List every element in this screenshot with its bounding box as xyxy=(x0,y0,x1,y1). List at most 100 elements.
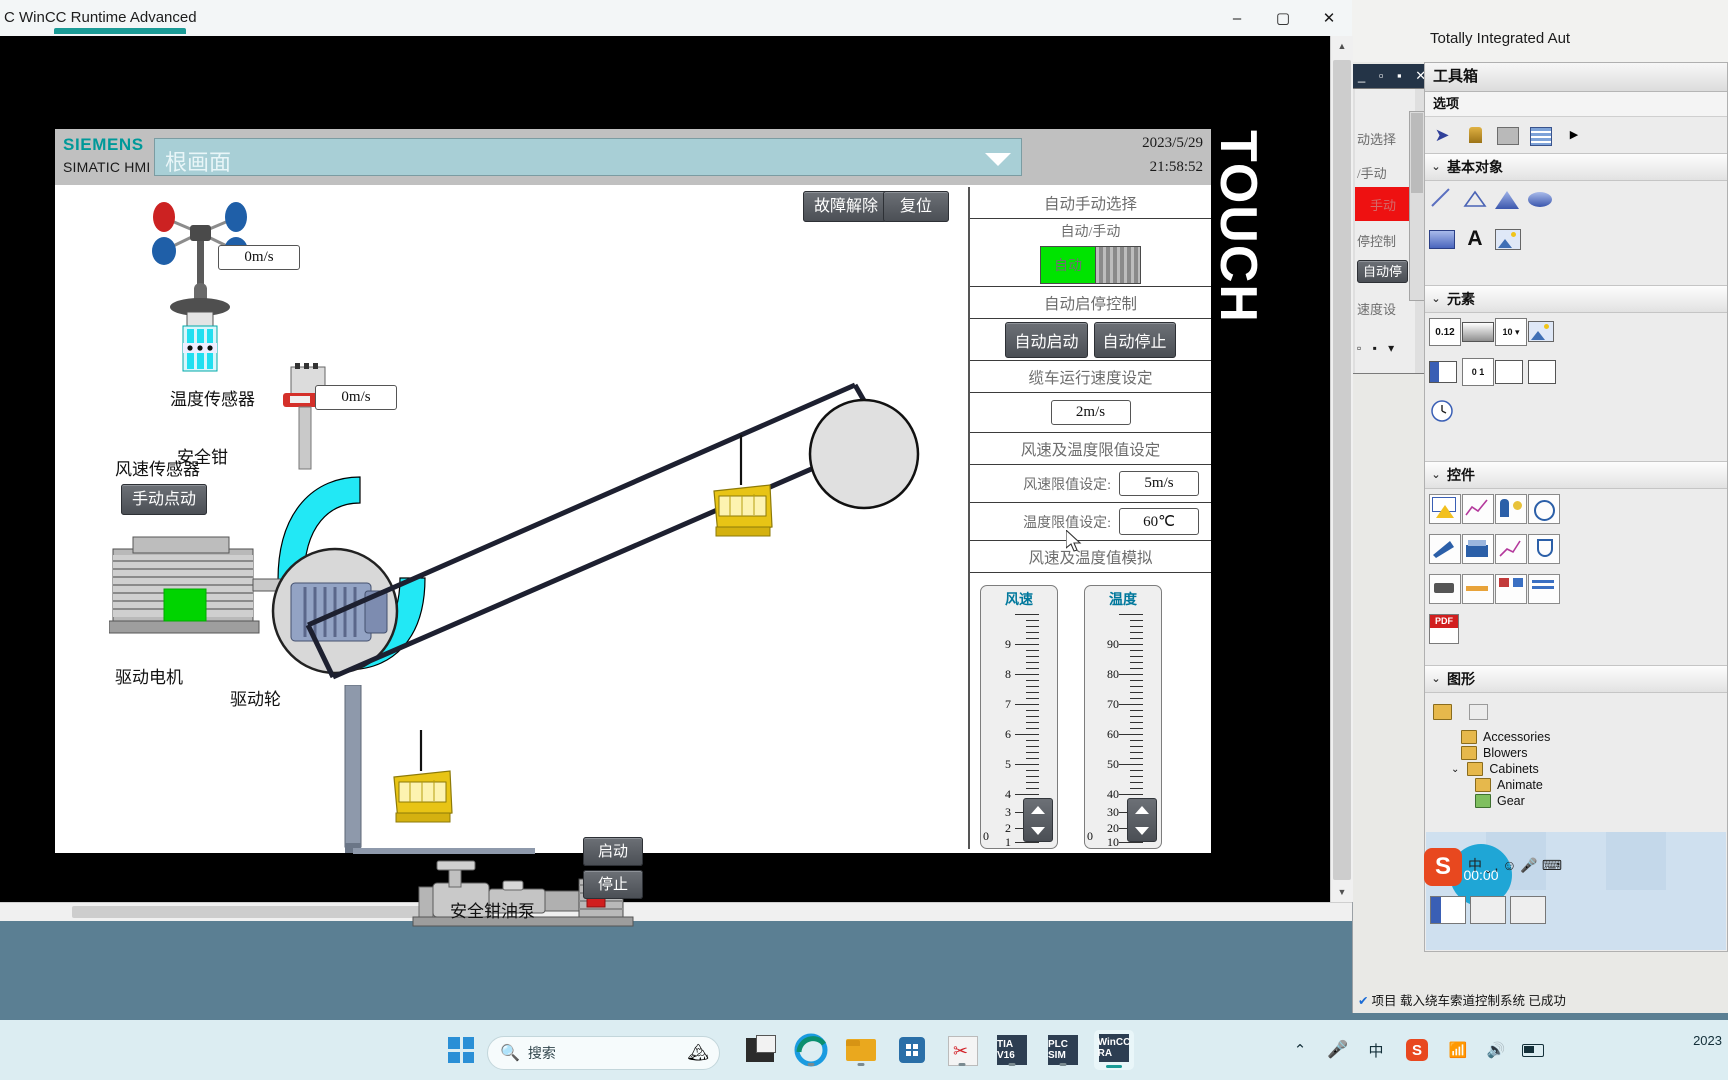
line-tool-icon[interactable] xyxy=(1429,186,1455,212)
gauge-icon[interactable] xyxy=(1495,358,1523,384)
temp-limit-field[interactable]: 60℃ xyxy=(1119,508,1199,535)
taskview-button[interactable] xyxy=(742,1032,778,1068)
wind-limit-field[interactable]: 5m/s xyxy=(1119,471,1199,496)
image-tool-icon[interactable] xyxy=(1495,226,1521,252)
delete-folder-icon[interactable] xyxy=(1469,698,1495,724)
alarm-view-icon[interactable] xyxy=(1429,494,1461,524)
trend-view-icon[interactable] xyxy=(1462,494,1494,524)
temperature-gauge[interactable]: 温度 90 80 70 60 50 40 30 20 10 0 xyxy=(1084,585,1162,849)
graphics-item[interactable]: Gear xyxy=(1425,793,1727,809)
ellipse-tool-icon[interactable] xyxy=(1528,186,1554,212)
temp-spinner-down-icon[interactable] xyxy=(1135,826,1149,835)
chevron-down-icon-cabinets[interactable]: ⌄ xyxy=(1451,764,1459,775)
wifi-icon[interactable]: 📶 xyxy=(1446,1032,1470,1068)
plcsim-button[interactable]: PLC SIM xyxy=(1045,1032,1081,1068)
horizontal-scrollbar[interactable] xyxy=(0,902,1352,921)
section-elements[interactable]: ⌄ 元素 xyxy=(1425,285,1727,313)
clock-element-icon[interactable] xyxy=(1429,398,1455,424)
wind-gauge-spinner[interactable] xyxy=(1023,798,1053,842)
wind-spinner-down-icon[interactable] xyxy=(1031,826,1045,835)
snip-button[interactable]: ✂ xyxy=(944,1032,980,1068)
system-clock[interactable]: 2023 xyxy=(1693,1032,1722,1049)
table-icon[interactable] xyxy=(1528,122,1554,148)
rectangle-tool-icon[interactable] xyxy=(1429,226,1455,252)
vertical-scrollbar[interactable]: ▲ ▼ xyxy=(1330,36,1353,902)
polyline-tool-icon[interactable] xyxy=(1462,186,1488,212)
fxy-trend-icon[interactable] xyxy=(1495,534,1527,564)
tray-expand-icon[interactable]: ⌃ xyxy=(1288,1032,1312,1068)
switch-icon[interactable]: 0 1 xyxy=(1462,358,1494,386)
mini-auto-stop-button[interactable]: 自动停 xyxy=(1357,260,1409,283)
more-arrow-icon[interactable]: ▶ xyxy=(1561,122,1587,148)
wind-spinner-up-icon[interactable] xyxy=(1031,805,1045,814)
mini-window-controls[interactable]: ▫ ▪ ▾ xyxy=(1357,341,1398,355)
system-diagnostics-icon[interactable] xyxy=(1528,574,1560,604)
recipe-view-icon[interactable] xyxy=(1462,534,1494,564)
graphics-item[interactable]: Accessories xyxy=(1425,729,1727,745)
close-button[interactable]: ✕ xyxy=(1306,0,1352,36)
temp-spinner-up-icon[interactable] xyxy=(1135,805,1149,814)
user-view-icon[interactable] xyxy=(1495,494,1527,524)
wrench-icon[interactable] xyxy=(1495,122,1521,148)
mini-scrollbar[interactable] xyxy=(1409,111,1425,301)
vertical-scroll-thumb[interactable] xyxy=(1333,60,1351,880)
section-basic-objects[interactable]: ⌄ 基本对象 xyxy=(1425,153,1727,181)
search-input[interactable]: 🔍 搜索 🏔 xyxy=(487,1036,720,1070)
speed-value-field[interactable]: 2m/s xyxy=(1050,400,1131,425)
temp-gauge-spinner[interactable] xyxy=(1127,798,1157,842)
pump-stop-button[interactable]: 停止 xyxy=(583,870,644,899)
pump-start-button[interactable]: 启动 xyxy=(583,837,644,866)
text-tool-icon[interactable]: A xyxy=(1462,226,1488,252)
screen-selector[interactable]: 根画面 xyxy=(154,138,1022,176)
minimize-button[interactable]: – xyxy=(1214,0,1260,36)
ime-chinese-icon[interactable]: 中 xyxy=(1364,1032,1388,1068)
start-button[interactable] xyxy=(443,1032,479,1068)
toggle-auto-state[interactable]: 自动 xyxy=(1041,246,1096,283)
explorer-button[interactable] xyxy=(843,1032,879,1068)
section-controls[interactable]: ⌄ 控件 xyxy=(1425,461,1727,489)
auto-manual-toggle[interactable]: 自动 xyxy=(1040,245,1141,284)
weather-widget-icon[interactable]: 🏔 xyxy=(687,1043,709,1063)
media-player-icon[interactable] xyxy=(1429,534,1461,564)
toggle-handle[interactable] xyxy=(1096,246,1140,283)
tia-v16-button[interactable]: TIA V16 xyxy=(994,1032,1030,1068)
chevron-down-icon-screen[interactable] xyxy=(985,153,1011,166)
slider-icon[interactable] xyxy=(1528,358,1556,384)
sogou-tray-icon[interactable]: S xyxy=(1404,1032,1430,1068)
plc-code-icon[interactable] xyxy=(1429,574,1461,604)
graphics-item[interactable]: Blowers xyxy=(1425,745,1727,761)
listbox-icon[interactable] xyxy=(1429,358,1457,384)
io-field-icon[interactable]: 0.12 xyxy=(1429,318,1461,346)
graphic-io-icon[interactable] xyxy=(1528,318,1554,344)
mini-window-buttons[interactable]: _ ▫ ▪ ✕ xyxy=(1358,68,1431,84)
sm-view-icon[interactable] xyxy=(1462,574,1494,604)
stamp-icon[interactable] xyxy=(1462,122,1488,148)
select-pointer-icon[interactable]: ➤ xyxy=(1429,122,1455,148)
manual-indicator[interactable]: 手动 xyxy=(1355,187,1411,221)
graphics-item[interactable]: ⌄ Cabinets xyxy=(1425,761,1727,777)
bar-icon[interactable] xyxy=(1462,318,1494,344)
battery-icon[interactable] xyxy=(1520,1032,1546,1068)
graphics-item[interactable]: Animate xyxy=(1425,777,1727,793)
store-button[interactable] xyxy=(894,1032,930,1068)
cable-car-upper-graphic[interactable] xyxy=(710,483,774,545)
symbolic-io-icon[interactable]: 10 ▾ xyxy=(1495,318,1527,346)
html-browser-icon[interactable] xyxy=(1528,494,1560,524)
new-folder-icon[interactable] xyxy=(1433,698,1459,724)
maximize-button[interactable]: ▢ xyxy=(1260,0,1306,36)
wincc-rt-button[interactable]: WinCC RA xyxy=(1094,1030,1134,1070)
edge-button[interactable] xyxy=(793,1032,829,1068)
pdf-view-icon[interactable]: PDF xyxy=(1429,614,1459,644)
auto-start-button[interactable]: 自动启动 xyxy=(1005,321,1088,358)
status-force-icon[interactable] xyxy=(1495,574,1527,604)
polygon-tool-icon[interactable] xyxy=(1495,186,1521,212)
volume-icon[interactable]: 🔊 xyxy=(1484,1032,1508,1068)
section-graphics[interactable]: ⌄ 图形 xyxy=(1425,665,1727,693)
wind-speed-gauge[interactable]: 风速 9 8 7 6 5 4 3 2 1 0 xyxy=(980,585,1058,849)
diagnostics-icon[interactable] xyxy=(1528,534,1560,564)
scroll-down-button[interactable]: ▼ xyxy=(1331,882,1353,902)
ime-toolbar[interactable]: 中 ˬ , ☺ 🎤 ⌨ xyxy=(1468,855,1562,875)
auto-stop-button[interactable]: 自动停止 xyxy=(1093,321,1176,358)
scroll-up-button[interactable]: ▲ xyxy=(1331,36,1353,56)
microphone-icon[interactable]: 🎤 xyxy=(1326,1032,1350,1068)
